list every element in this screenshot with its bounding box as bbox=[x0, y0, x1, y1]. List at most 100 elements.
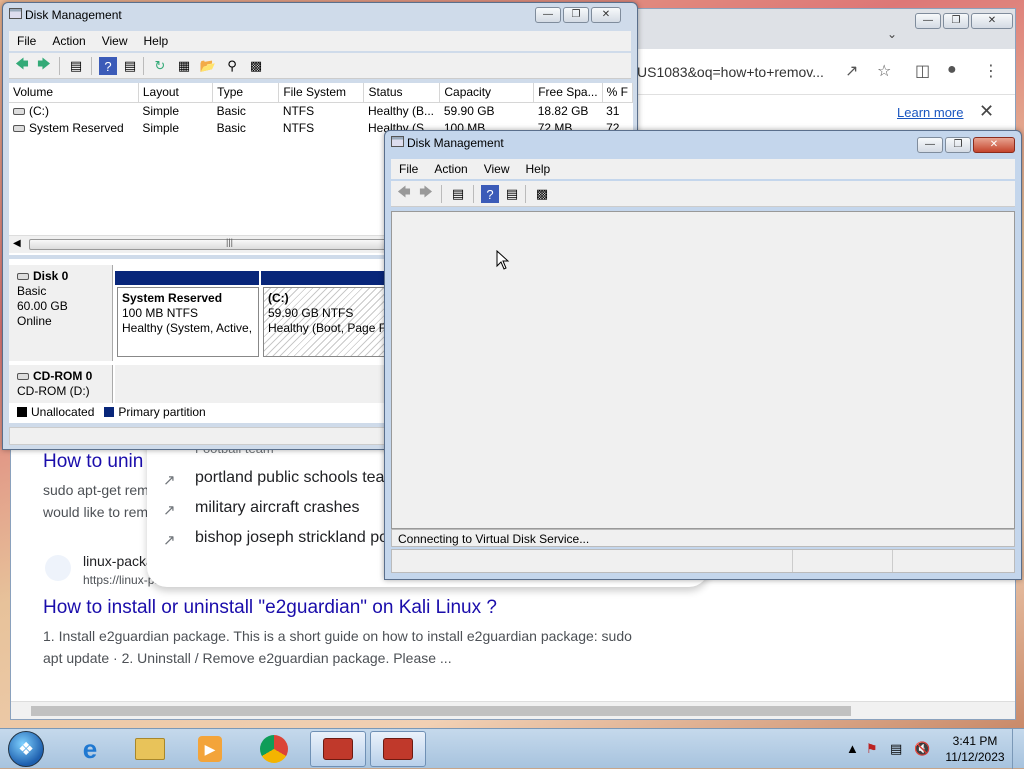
minimize-button[interactable]: — bbox=[915, 13, 941, 29]
settings-icon[interactable]: ▩ bbox=[533, 185, 551, 203]
maximize-button[interactable]: ❐ bbox=[563, 7, 589, 23]
clock-time: 3:41 PM bbox=[952, 734, 998, 748]
settings-icon[interactable]: ▩ bbox=[247, 57, 265, 75]
maximize-button[interactable]: ❐ bbox=[945, 137, 971, 153]
disk0-label[interactable]: Disk 0 Basic 60.00 GB Online bbox=[9, 265, 113, 361]
open-folder-icon[interactable]: 📂 bbox=[199, 57, 217, 75]
search-icon[interactable]: ⚲ bbox=[223, 57, 241, 75]
toolbar-separator bbox=[59, 57, 60, 75]
column-header-volume[interactable]: Volume bbox=[9, 83, 139, 103]
menu-view[interactable]: View bbox=[94, 31, 136, 51]
suggestion-item[interactable]: military aircraft crashes bbox=[195, 499, 359, 517]
legend-swatch-unallocated bbox=[17, 407, 27, 417]
partition-system-reserved[interactable]: System Reserved 100 MB NTFS Healthy (Sys… bbox=[117, 287, 259, 357]
column-header-percent-free[interactable]: % F bbox=[602, 83, 633, 103]
network-icon[interactable]: ▤ bbox=[890, 741, 902, 757]
column-header-layout[interactable]: Layout bbox=[138, 83, 214, 103]
forward-arrow-icon[interactable]: 🡆 bbox=[35, 56, 53, 75]
clock[interactable]: 3:41 PM 11/12/2023 bbox=[940, 733, 1010, 765]
table-cell: 31 bbox=[606, 103, 620, 118]
menu-view[interactable]: View bbox=[476, 159, 518, 179]
back-arrow-icon[interactable]: 🡄 bbox=[395, 184, 413, 203]
refresh-icon[interactable]: ↻ bbox=[151, 57, 169, 75]
help-icon[interactable]: ? bbox=[481, 185, 499, 203]
result-title-1[interactable]: How to unin bbox=[43, 451, 143, 473]
taskbar-chrome[interactable] bbox=[246, 731, 302, 767]
more-menu-icon[interactable]: ⋮ bbox=[983, 61, 999, 81]
folder-icon bbox=[135, 738, 165, 760]
column-header-type[interactable]: Type bbox=[212, 83, 280, 103]
internet-explorer-icon: e bbox=[82, 733, 98, 764]
infobar-close-icon[interactable]: ✕ bbox=[979, 101, 994, 122]
legend: Unallocated Primary partition bbox=[17, 405, 206, 419]
column-header-file-system[interactable]: File System bbox=[278, 83, 365, 103]
show-hidden-icons-icon[interactable]: ▲ bbox=[846, 741, 859, 756]
scroll-left-icon[interactable]: ◀ bbox=[13, 238, 21, 249]
disk0-type: Basic bbox=[17, 284, 47, 298]
show-hide-tree-icon[interactable]: ▤ bbox=[449, 185, 467, 203]
clock-date: 11/12/2023 bbox=[945, 750, 1005, 764]
show-hide-tree-icon[interactable]: ▤ bbox=[67, 57, 85, 75]
suggestion-item[interactable]: portland public schools tea bbox=[195, 469, 384, 487]
column-header-capacity[interactable]: Capacity bbox=[439, 83, 535, 103]
cdrom-label[interactable]: CD-ROM 0 CD-ROM (D:) bbox=[9, 365, 113, 403]
close-button[interactable]: ✕ bbox=[971, 13, 1013, 29]
volume-muted-icon[interactable]: 🔇 bbox=[914, 741, 930, 757]
close-button[interactable]: ✕ bbox=[591, 7, 621, 23]
caption-buttons: — ❐ ✕ bbox=[535, 7, 621, 23]
disk0-name: Disk 0 bbox=[33, 269, 69, 283]
scrollbar-thumb[interactable]: ||| bbox=[29, 237, 389, 250]
partition-header-system-reserved bbox=[115, 271, 259, 285]
help-icon[interactable]: ? bbox=[99, 57, 117, 75]
column-header-free-space[interactable]: Free Spa... bbox=[533, 83, 603, 103]
column-header-status[interactable]: Status bbox=[363, 83, 441, 103]
taskbar-internet-explorer[interactable]: e bbox=[62, 731, 118, 767]
action-center-icon[interactable]: ⚑ bbox=[866, 741, 878, 757]
minimize-button[interactable]: — bbox=[917, 137, 943, 153]
volume-icon bbox=[13, 108, 25, 116]
table-cell: NTFS bbox=[282, 103, 315, 118]
menu-file[interactable]: File bbox=[391, 159, 426, 179]
taskbar-disk-management-2[interactable] bbox=[370, 731, 426, 767]
result-title-2[interactable]: How to install or uninstall "e2guardian"… bbox=[43, 597, 497, 619]
learn-more-link[interactable]: Learn more bbox=[897, 105, 963, 120]
trending-icon: ↗ bbox=[163, 472, 176, 489]
tab-list-chevron-icon[interactable]: ⌄ bbox=[887, 27, 897, 41]
menu-file[interactable]: File bbox=[9, 31, 44, 51]
horizontal-scrollbar[interactable] bbox=[11, 701, 1015, 719]
properties-pane-icon[interactable]: ▤ bbox=[121, 57, 139, 75]
menu-help[interactable]: Help bbox=[518, 159, 559, 179]
disk0-name-row: Disk 0 bbox=[17, 269, 104, 284]
taskbar-file-explorer[interactable] bbox=[122, 731, 178, 767]
forward-arrow-icon[interactable]: 🡆 bbox=[417, 184, 435, 203]
properties-icon[interactable]: ▦ bbox=[175, 57, 193, 75]
bookmark-star-icon[interactable]: ☆ bbox=[877, 61, 891, 81]
back-arrow-icon[interactable]: 🡄 bbox=[13, 56, 31, 75]
minimize-button[interactable]: — bbox=[535, 7, 561, 23]
cdrom-icon bbox=[17, 373, 29, 381]
empty-client-area bbox=[391, 211, 1015, 529]
taskbar-media-player[interactable]: ▶ bbox=[182, 731, 238, 767]
menu-help[interactable]: Help bbox=[136, 31, 177, 51]
show-desktop-button[interactable] bbox=[1012, 729, 1024, 769]
maximize-button[interactable]: ❐ bbox=[943, 13, 969, 29]
disk0-state: Online bbox=[17, 314, 52, 328]
menu-action[interactable]: Action bbox=[44, 31, 93, 51]
toolbar: 🡄 🡆 ▤ ? ▤ ↻ ▦ 📂 ⚲ ▩ bbox=[9, 53, 631, 79]
url-text[interactable]: US1083&oq=how+to+remov... bbox=[637, 64, 824, 80]
side-panel-icon[interactable]: ◫ bbox=[915, 61, 930, 81]
taskbar-disk-management-1[interactable] bbox=[310, 731, 366, 767]
table-row[interactable]: (C:) Simple Basic NTFS Healthy (B... 59.… bbox=[9, 102, 633, 119]
close-button[interactable]: ✕ bbox=[973, 137, 1015, 153]
menu-action[interactable]: Action bbox=[426, 159, 475, 179]
suggestion-item[interactable]: bishop joseph strickland po bbox=[195, 529, 388, 547]
share-icon[interactable]: ↗ bbox=[845, 61, 858, 81]
toolbar-separator bbox=[525, 185, 526, 203]
result-snippet-2: 1. Install e2guardian package. This is a… bbox=[43, 625, 632, 669]
menu-bar: File Action View Help bbox=[391, 159, 1015, 179]
profile-avatar-icon[interactable]: ● bbox=[947, 61, 957, 79]
scrollbar-thumb[interactable] bbox=[31, 706, 851, 716]
toolbar: 🡄 🡆 ▤ ? ▤ ▩ bbox=[391, 181, 1015, 207]
properties-pane-icon[interactable]: ▤ bbox=[503, 185, 521, 203]
start-button[interactable]: ❖ bbox=[8, 731, 44, 767]
